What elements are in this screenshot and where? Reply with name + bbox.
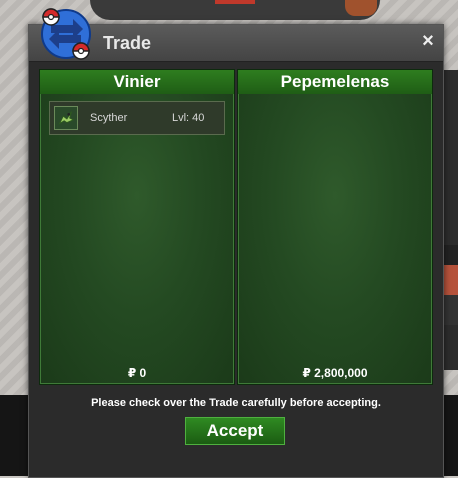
pokemon-level: Lvl: 40 — [172, 112, 205, 124]
scyther-icon — [54, 106, 78, 130]
background-character — [345, 0, 377, 16]
my-money-offer: ₽ 0 — [127, 366, 147, 380]
trade-notice: Please check over the Trade carefully be… — [91, 397, 381, 409]
my-player-name: Vinier — [40, 70, 234, 94]
offered-pokemon-row[interactable]: Scyther Lvl: 40 — [49, 101, 225, 135]
close-icon[interactable]: × — [419, 31, 437, 51]
background-red-marker — [215, 0, 255, 4]
their-offer-panel: Pepemelenas ₽ 2,800,000 — [237, 69, 433, 385]
my-offer-panel: Vinier Scyther Lvl: 40 ₽ 0 — [39, 69, 235, 385]
their-player-name: Pepemelenas — [238, 70, 432, 94]
window-title: Trade — [103, 33, 152, 53]
trade-exchange-icon — [41, 8, 91, 60]
accept-button[interactable]: Accept — [185, 417, 285, 445]
trade-titlebar[interactable]: Trade × — [29, 8, 443, 62]
pokemon-name: Scyther — [90, 112, 128, 124]
their-money-offer: ₽ 2,800,000 — [302, 366, 368, 380]
background-npc — [442, 245, 458, 325]
trade-window: Trade × Vinier Scyther Lvl: 40 ₽ 0 Pepem… — [28, 8, 444, 478]
